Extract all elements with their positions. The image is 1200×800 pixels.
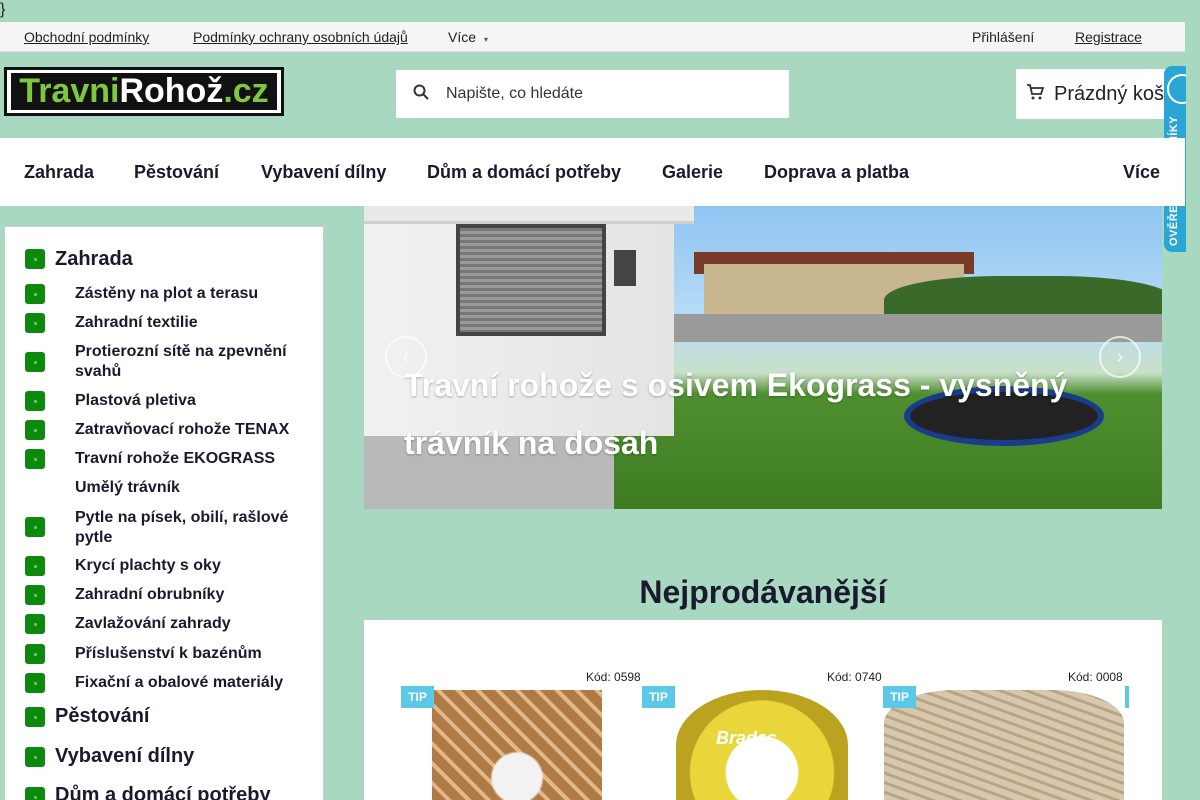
- expand-icon[interactable]: [25, 614, 45, 634]
- search-icon[interactable]: [396, 84, 446, 105]
- nav-zahrada[interactable]: Zahrada: [24, 162, 94, 183]
- expand-icon[interactable]: [25, 313, 45, 333]
- stray-brace: }: [0, 1, 6, 18]
- main-nav: Zahrada Pěstování Vybavení dílny Dům a d…: [0, 138, 1185, 206]
- cart-button[interactable]: Prázdný košík: [1016, 69, 1185, 119]
- expand-icon[interactable]: [25, 517, 45, 537]
- sidebar-subitem[interactable]: Zatravňovací rohože TENAX: [75, 420, 305, 440]
- site-logo[interactable]: TravniRohož.cz: [4, 67, 284, 116]
- sidebar-item-pestovani[interactable]: Pěstování: [55, 705, 149, 728]
- cart-label: Prázdný košík: [1054, 82, 1180, 105]
- logo-inner: TravniRohož.cz: [11, 72, 277, 111]
- sidebar-item-vybaveni[interactable]: Vybavení dílny: [55, 745, 194, 768]
- sidebar-subitem[interactable]: Zahradní obrubníky: [75, 585, 305, 605]
- expand-icon[interactable]: [25, 420, 45, 440]
- sidebar-item-zahrada[interactable]: Zahrada: [55, 248, 133, 271]
- chevron-left-icon[interactable]: ‹: [385, 336, 427, 378]
- chevron-down-icon: ▾: [484, 35, 489, 44]
- sidebar-subitem[interactable]: Travní rohože EKOGRASS: [75, 449, 305, 469]
- tip-badge: TIP: [642, 686, 675, 708]
- expand-icon[interactable]: [25, 707, 45, 727]
- sidebar-subitem[interactable]: Příslušenství k bazénům: [75, 644, 305, 664]
- expand-icon[interactable]: [25, 352, 45, 372]
- hero-photo-part: [614, 250, 636, 286]
- search-input[interactable]: [446, 85, 766, 103]
- logo-part3: .cz: [223, 72, 269, 110]
- cart-icon: [1026, 83, 1045, 106]
- expand-icon[interactable]: [25, 391, 45, 411]
- sidebar-subitem[interactable]: Krycí plachty s oky: [75, 556, 305, 576]
- expand-icon[interactable]: [25, 556, 45, 576]
- product-carousel: Kód: 0598 Kód: 0740 Kód: 0008 Bradas TIP…: [364, 620, 1162, 800]
- tip-badge: TIP: [401, 686, 434, 708]
- product-image[interactable]: [884, 690, 1124, 800]
- logo-text: TravniRohož.cz: [19, 72, 268, 111]
- search-box: [396, 70, 789, 118]
- sidebar-subitem[interactable]: Plastová pletiva: [75, 391, 305, 411]
- terms-link[interactable]: Obchodní podmínky: [24, 29, 149, 45]
- hero-photo-part: [364, 206, 694, 224]
- sidebar-subitem[interactable]: Umělý trávník: [75, 478, 305, 498]
- logo-part1: Travni: [19, 72, 120, 110]
- expand-icon[interactable]: [25, 747, 45, 767]
- sidebar-subitem[interactable]: Zástěny na plot a terasu: [75, 284, 305, 304]
- nav-vybaveni-dilny[interactable]: Vybavení dílny: [261, 162, 386, 183]
- section-title: Nejprodávanější: [639, 574, 887, 610]
- expand-icon[interactable]: [25, 787, 45, 800]
- nav-dum[interactable]: Dům a domácí potřeby: [427, 162, 621, 183]
- sidebar-item-dum[interactable]: Dům a domácí potřeby: [55, 784, 271, 800]
- register-link[interactable]: Registrace: [1075, 29, 1142, 45]
- expand-icon[interactable]: [25, 284, 45, 304]
- hero-photo-part: [456, 224, 606, 336]
- nav-galerie[interactable]: Galerie: [662, 162, 723, 183]
- expand-icon[interactable]: [25, 585, 45, 605]
- top-bar: Obchodní podmínky Podmínky ochrany osobn…: [0, 22, 1185, 52]
- more-top-label: Více: [448, 29, 477, 45]
- sidebar-subitem[interactable]: Zahradní textilie: [75, 313, 305, 333]
- category-sidebar: Zahrada Zástěny na plot a terasu Zahradn…: [4, 226, 324, 800]
- hero-banner[interactable]: Travní rohože s osivem Ekograss - vysněn…: [364, 206, 1162, 509]
- header: TravniRohož.cz Prázdný košík: [0, 52, 1185, 138]
- sidebar-subitem[interactable]: Zavlažování zahrady: [75, 614, 305, 634]
- tip-badge: TIP: [883, 686, 916, 708]
- nav-more[interactable]: Více: [1123, 162, 1160, 183]
- hero-title: Travní rohože s osivem Ekograss - vysněn…: [404, 367, 1068, 461]
- product-code: Kód: 0740: [827, 670, 882, 684]
- sidebar-subitem[interactable]: Pytle na písek, obilí, rašlové pytle: [75, 508, 305, 548]
- nav-pestovani[interactable]: Pěstování: [134, 162, 219, 183]
- logo-part2: Rohož: [119, 72, 224, 110]
- badge-icon: [1167, 74, 1186, 104]
- expand-icon[interactable]: [25, 249, 45, 269]
- sidebar-subitem[interactable]: Fixační a obalové materiály: [75, 673, 305, 693]
- expand-icon[interactable]: [25, 673, 45, 693]
- chevron-right-icon[interactable]: ›: [1099, 336, 1141, 378]
- nav-doprava[interactable]: Doprava a platba: [764, 162, 909, 183]
- more-top-link[interactable]: Více ▾: [448, 29, 488, 45]
- product-code: Kód: 0598: [586, 670, 641, 684]
- expand-icon[interactable]: [25, 644, 45, 664]
- tip-badge-edge: [1125, 686, 1129, 708]
- product-code: Kód: 0008: [1068, 670, 1123, 684]
- privacy-link[interactable]: Podmínky ochrany osobních údajů: [193, 29, 408, 45]
- expand-icon[interactable]: [25, 449, 45, 469]
- hose-brand: Bradas: [716, 728, 778, 748]
- hero-photo-part: [674, 314, 1162, 342]
- login-link[interactable]: Přihlášení: [972, 29, 1034, 45]
- product-image[interactable]: Bradas: [676, 690, 848, 800]
- product-image[interactable]: [432, 690, 602, 800]
- sidebar-subitem[interactable]: Protierozní sítě na zpevnění svahů: [75, 342, 305, 382]
